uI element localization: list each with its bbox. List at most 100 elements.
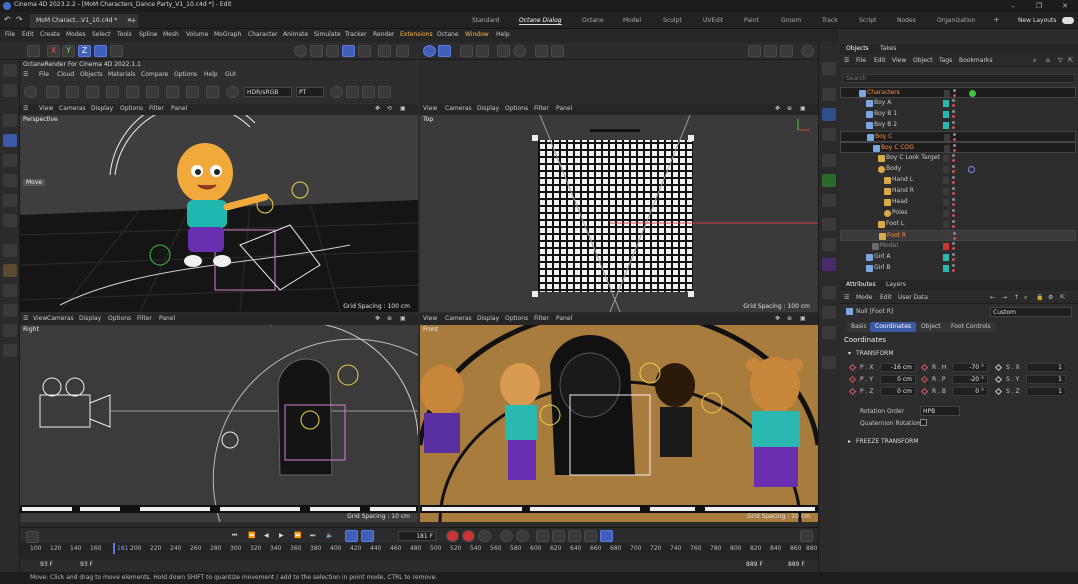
- octane-settings-icon[interactable]: [226, 86, 239, 98]
- preset-select[interactable]: Custom: [990, 307, 1072, 317]
- editor-visibility-dot[interactable]: [952, 99, 955, 102]
- knife-tool-icon[interactable]: [3, 244, 17, 257]
- light-object-icon[interactable]: [822, 306, 836, 319]
- vp-menu-options[interactable]: Options: [108, 315, 131, 322]
- record-position-icon[interactable]: [500, 530, 513, 542]
- object-row-boy-a[interactable]: Boy A: [840, 98, 1076, 109]
- color-mode-select[interactable]: HDR/sRGB: [244, 87, 292, 97]
- record-active-icon[interactable]: [446, 530, 459, 542]
- vp-menu-options[interactable]: Options: [505, 105, 528, 112]
- record-rotation-icon[interactable]: [516, 530, 529, 542]
- attr-tab-basic[interactable]: Basic: [846, 322, 872, 332]
- keyframe-icon[interactable]: [920, 363, 929, 372]
- keyframe-icon[interactable]: [994, 387, 1003, 396]
- forward-arrow-icon[interactable]: →: [1002, 294, 1007, 301]
- vp-menu-cameras[interactable]: Cameras: [47, 315, 74, 322]
- keyframe-icon[interactable]: [920, 375, 929, 384]
- search-icon[interactable]: ⌕: [1033, 57, 1036, 65]
- object-row-foot-l[interactable]: Foot L: [840, 219, 1076, 230]
- octane-region-icon[interactable]: [106, 86, 119, 98]
- quaternion-checkbox[interactable]: [920, 419, 927, 426]
- model-mode-icon[interactable]: [27, 45, 40, 57]
- viewport-pan-icon[interactable]: ✥: [775, 315, 780, 322]
- object-row-girl-b[interactable]: Girl B: [840, 263, 1076, 274]
- render-visibility-dot[interactable]: [952, 258, 955, 261]
- render-visibility-dot[interactable]: [953, 138, 956, 141]
- grid-icon[interactable]: [460, 45, 473, 57]
- octane-menu-file[interactable]: File: [39, 71, 49, 78]
- menu-file[interactable]: File: [5, 31, 15, 38]
- redo-icon[interactable]: ↷: [16, 15, 23, 24]
- maximize-icon[interactable]: ❐: [1026, 0, 1052, 12]
- menu-help[interactable]: Help: [496, 31, 510, 38]
- viewport-perspective[interactable]: ☰ View Cameras Display Options Filter Pa…: [20, 104, 418, 312]
- scale-tool-icon[interactable]: [3, 174, 17, 187]
- object-row-hand-r[interactable]: Hand R: [840, 186, 1076, 197]
- keyframe-icon[interactable]: [848, 387, 857, 396]
- record-point-level-icon[interactable]: [568, 530, 581, 542]
- vp-menu-options[interactable]: Options: [505, 315, 528, 322]
- vp-menu-cameras[interactable]: Cameras: [445, 315, 472, 322]
- render-visibility-dot[interactable]: [952, 159, 955, 162]
- editor-visibility-dot[interactable]: [952, 165, 955, 168]
- menu-mesh[interactable]: Mesh: [163, 31, 179, 38]
- cloner-icon[interactable]: [822, 174, 836, 187]
- render-visibility-dot[interactable]: [952, 192, 955, 195]
- menu-octane[interactable]: Octane: [437, 31, 459, 38]
- menu-edit[interactable]: Edit: [22, 31, 34, 38]
- volume-icon[interactable]: 🔈: [326, 532, 333, 539]
- subdivision-icon[interactable]: [822, 154, 836, 167]
- bevel-tool-icon[interactable]: [3, 264, 17, 277]
- freeze-group-title[interactable]: FREEZE TRANSFORM: [856, 438, 919, 445]
- vp-menu-display[interactable]: Display: [91, 105, 113, 112]
- render-visibility-dot[interactable]: [952, 203, 955, 206]
- next-frame-icon[interactable]: ⏩: [294, 532, 301, 539]
- octane-menu-gui[interactable]: GUI: [225, 71, 236, 78]
- octane-camera-icon[interactable]: [362, 86, 375, 98]
- vp-menu-view[interactable]: View: [39, 105, 53, 112]
- octane-settings-icon[interactable]: [801, 45, 814, 57]
- tab-objects[interactable]: Objects: [846, 45, 869, 52]
- new-layouts-button[interactable]: New Layouts: [1018, 17, 1057, 24]
- rotation-order-select[interactable]: HPB: [920, 406, 960, 416]
- layout-tab-octane[interactable]: Octane: [582, 17, 604, 24]
- vp-menu-panel[interactable]: Panel: [171, 105, 187, 112]
- move-scale-icon[interactable]: [3, 214, 17, 227]
- snapping-icon[interactable]: [110, 45, 123, 57]
- render-visibility-dot[interactable]: [952, 214, 955, 217]
- object-row-characters[interactable]: Characters: [840, 87, 1076, 98]
- viewport-menu-icon[interactable]: ☰: [23, 315, 28, 322]
- keyframe-selection-icon[interactable]: [478, 530, 491, 542]
- keyframe-icon[interactable]: [848, 363, 857, 372]
- viewport-maximize-icon[interactable]: ▣: [400, 105, 406, 112]
- live-selection-icon[interactable]: [3, 64, 17, 77]
- layout-tab-script[interactable]: Script: [859, 17, 876, 24]
- editor-visibility-dot[interactable]: [952, 176, 955, 179]
- polygons-mode-icon[interactable]: [326, 45, 339, 57]
- octane-send-scene-icon[interactable]: [24, 86, 37, 98]
- preview-end-field[interactable]: 889 F: [746, 561, 763, 570]
- octane-lock-resolution-icon[interactable]: [166, 86, 179, 98]
- sky-object-icon[interactable]: [822, 326, 836, 339]
- points-mode-icon[interactable]: [294, 45, 307, 57]
- attributes-menu-mode[interactable]: Mode: [856, 294, 872, 301]
- render-visibility-dot[interactable]: [952, 170, 955, 173]
- render-settings-icon[interactable]: [535, 45, 548, 57]
- tab-takes[interactable]: Takes: [880, 45, 896, 52]
- filter-icon[interactable]: ▽: [1058, 57, 1063, 64]
- render-visibility-dot[interactable]: [952, 104, 955, 107]
- play-icon[interactable]: ▶: [279, 532, 284, 539]
- octane-menu-options[interactable]: Options: [174, 71, 197, 78]
- spline-icon[interactable]: [822, 218, 836, 231]
- vp-menu-filter[interactable]: Filter: [149, 105, 164, 112]
- kernel-select[interactable]: PT: [296, 87, 324, 97]
- rotate-tool-icon[interactable]: [3, 154, 17, 167]
- vp-menu-panel[interactable]: Panel: [556, 315, 572, 322]
- render-visibility-dot[interactable]: [952, 115, 955, 118]
- viewport-top[interactable]: View Cameras Display Options Filter Pane…: [420, 104, 818, 312]
- menu-modes[interactable]: Modes: [66, 31, 85, 38]
- preview-range-bar[interactable]: [20, 554, 818, 560]
- attributes-menu-edit[interactable]: Edit: [880, 294, 892, 301]
- editor-visibility-dot[interactable]: [953, 133, 956, 136]
- px-field[interactable]: -16 cm: [880, 363, 916, 372]
